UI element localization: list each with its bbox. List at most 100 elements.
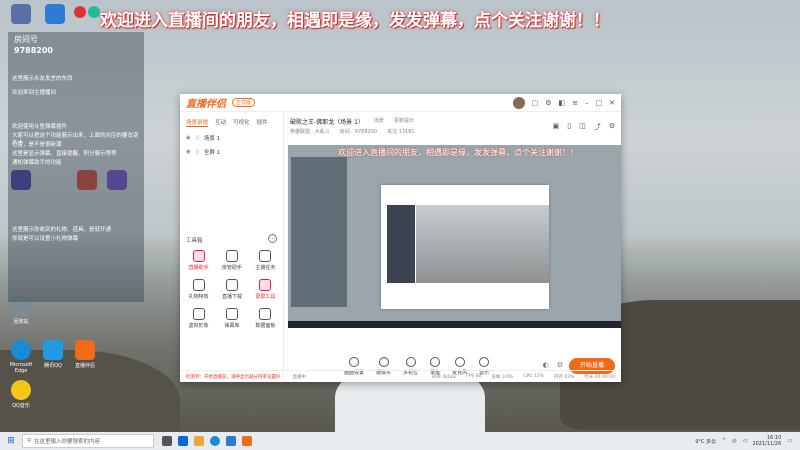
- stat-bitrate: 码率 0kbps: [432, 374, 457, 380]
- layout-icon[interactable]: ◫: [579, 122, 586, 132]
- tool-label: 数据面板: [255, 323, 276, 329]
- menu-icon[interactable]: ≡: [572, 99, 578, 107]
- message-icon[interactable]: ▢: [532, 99, 539, 107]
- more-icon[interactable]: …: [268, 234, 277, 243]
- tool-icon: [225, 250, 238, 262]
- preview-overlay: [291, 157, 347, 307]
- chat-line: 位置，是不是很新潮: [12, 142, 62, 148]
- search-placeholder: 在这里输入你要搜索的内容: [34, 439, 101, 445]
- start-button[interactable]: ⊞: [0, 436, 22, 446]
- tab-plugin[interactable]: 插件: [257, 118, 268, 127]
- task-view-icon[interactable]: [162, 436, 172, 446]
- live-companion-icon[interactable]: 直播伴侣: [68, 340, 102, 369]
- stat-fps: FPS 60: [466, 373, 482, 379]
- chat-line: 这里展示永友发言的东西: [12, 76, 73, 82]
- danmaku-overlay-panel: [8, 32, 144, 302]
- header-actions: ▣ ▯ ◫ ⤴ ⚙: [553, 122, 615, 132]
- qq-music-icon[interactable]: QQ音乐: [4, 380, 38, 409]
- search-icon: ⚲: [27, 438, 32, 444]
- preview-taskbar: [288, 321, 621, 328]
- stat-cpu: CPU 12%: [523, 373, 544, 379]
- mail-icon[interactable]: [178, 436, 188, 446]
- notification-icon[interactable]: ▭: [787, 438, 792, 444]
- desktop-icon[interactable]: [38, 4, 72, 26]
- maximize-icon[interactable]: □: [596, 99, 603, 107]
- settings-icon[interactable]: ⚙: [545, 99, 551, 107]
- settings-icon[interactable]: ⚙: [609, 122, 615, 132]
- scene-item[interactable]: ◉ ▯ 全屏 1: [180, 145, 283, 159]
- stream-preview[interactable]: 欢迎进入直播间的朋友，相遇即是缘，发发弹幕，点个关注谢谢！！: [288, 145, 621, 328]
- danmaku-banner: 欢迎进入直播间的朋友，相遇即是缘，发发弹幕，点个关注谢谢！！: [100, 11, 610, 31]
- version-badge[interactable]: 正式版: [232, 98, 256, 107]
- desktop-icon[interactable]: [4, 4, 38, 26]
- left-sidebar: 场景录播 互动 可视化 插件 ◉ ▯ 场景 1 ◉ ▯ 全屏 1 工具箱 … 直播助…: [180, 112, 284, 382]
- chat-line: 这里展示你收到的礼物、道具、是就开通: [12, 227, 112, 233]
- tab-interact[interactable]: 互动: [215, 118, 226, 127]
- desktop-icon-label: Microsoft Edge: [9, 362, 33, 374]
- system-tray: 9°C 多云 ^ ◎ ◁ 16:10 2021/11/26 ▭: [695, 435, 800, 447]
- app-logo: 直播伴侣: [186, 99, 226, 110]
- screenshot-icon[interactable]: ▣: [553, 122, 560, 132]
- edge-icon[interactable]: Microsoft Edge: [4, 340, 38, 374]
- tool-data-panel[interactable]: 数据面板: [249, 308, 282, 329]
- live-companion-window: 直播伴侣 正式版 ▢ ⚙ ◧ ≡ – □ ✕ 场景录播 互动 可视化 插件 ◉ ▯…: [180, 94, 621, 382]
- eye-icon[interactable]: ◉: [186, 135, 191, 141]
- tool-download[interactable]: 直播下载: [215, 279, 248, 300]
- tool-live-assistant[interactable]: 直播助手: [182, 250, 215, 271]
- preview-banner: 欢迎进入直播间的朋友，相遇即是缘，发发弹幕，点个关注谢谢！！: [338, 148, 578, 157]
- network-icon[interactable]: ◎: [732, 438, 736, 444]
- tool-label: 直播助手: [188, 265, 209, 271]
- clock[interactable]: 16:10 2021/11/26: [752, 435, 781, 447]
- title-bar-actions: ▢ ⚙ ◧ ≡ – □ ✕: [512, 96, 615, 109]
- folder-icon[interactable]: [194, 436, 204, 446]
- header-tab[interactable]: 场景: [374, 117, 384, 126]
- pinned-apps: [162, 436, 252, 446]
- tool-label: 主播任务: [255, 265, 276, 271]
- chat-line: 你就是可以设置小礼物弹幕: [12, 236, 79, 242]
- tab-scene[interactable]: 场景录播: [186, 118, 209, 127]
- volume-icon[interactable]: ◁: [743, 438, 747, 444]
- tool-room-admin[interactable]: 房管助手: [215, 250, 248, 271]
- tool-recorder[interactable]: 录屏工具: [249, 279, 282, 300]
- room-info: 房间号 9788200: [14, 34, 53, 56]
- close-icon[interactable]: ✕: [609, 99, 615, 107]
- scene-item[interactable]: ◉ ▯ 场景 1: [180, 131, 283, 145]
- qq-icon[interactable]: 腾讯QQ: [36, 340, 70, 369]
- eye-icon[interactable]: ◉: [186, 149, 191, 155]
- taskbar-search[interactable]: ⚲ 在这里输入你要搜索的内容: [22, 434, 154, 448]
- chevron-up-icon[interactable]: ^: [722, 438, 726, 444]
- store-icon[interactable]: [226, 436, 236, 446]
- category[interactable]: 英雄联盟 · 大乱斗: [290, 128, 330, 135]
- stat-dropped: 丢帧 0.0%: [491, 374, 514, 380]
- main-area: 破败之王-佛耶戈（场景 1） 场景 更新提示 英雄联盟 · 大乱斗 房间：978…: [284, 112, 621, 382]
- share-icon[interactable]: ⤴: [594, 122, 601, 132]
- gear-icon[interactable]: ⚙: [557, 361, 563, 369]
- tool-icon: [259, 308, 272, 320]
- desktop-icon-label: QQ音乐: [12, 403, 30, 409]
- edge-icon[interactable]: [210, 436, 220, 446]
- weather[interactable]: 9°C 多云: [695, 438, 716, 445]
- chat-line: 欢迎使用斗鱼弹幕插件: [12, 124, 68, 130]
- tool-avatar[interactable]: 虚拟形象: [182, 308, 215, 329]
- tool-tasks[interactable]: 主播任务: [249, 250, 282, 271]
- tool-label: 礼物特效: [188, 294, 209, 300]
- skin-icon[interactable]: ◧: [559, 99, 566, 107]
- lock-icon[interactable]: ▯: [196, 135, 199, 141]
- lock-icon[interactable]: ▯: [196, 149, 199, 155]
- avatar[interactable]: [512, 96, 525, 109]
- tab-visual[interactable]: 可视化: [233, 118, 250, 127]
- live-companion-icon[interactable]: [242, 436, 252, 446]
- beauty-icon[interactable]: ◐: [543, 361, 549, 369]
- status-warning: 检测到：开始直播前，请将显示器分辨率设置好: [186, 374, 281, 380]
- extra-controls: ◐ ⚙: [543, 361, 563, 369]
- microphone-icon: [454, 357, 465, 367]
- minimize-icon[interactable]: –: [585, 99, 589, 107]
- tool-danmaku[interactable]: 弹幕库: [215, 308, 248, 329]
- tool-gift-effects[interactable]: 礼物特效: [182, 279, 215, 300]
- flag-icon: [74, 6, 86, 18]
- header-tab[interactable]: 更新提示: [394, 117, 414, 126]
- room-number: 9788200: [14, 46, 53, 55]
- lock-icon[interactable]: ▯: [567, 122, 571, 132]
- chat-line: 通知弹幕助手的功能: [12, 160, 62, 166]
- stat-memory: 内存 63%: [553, 374, 575, 380]
